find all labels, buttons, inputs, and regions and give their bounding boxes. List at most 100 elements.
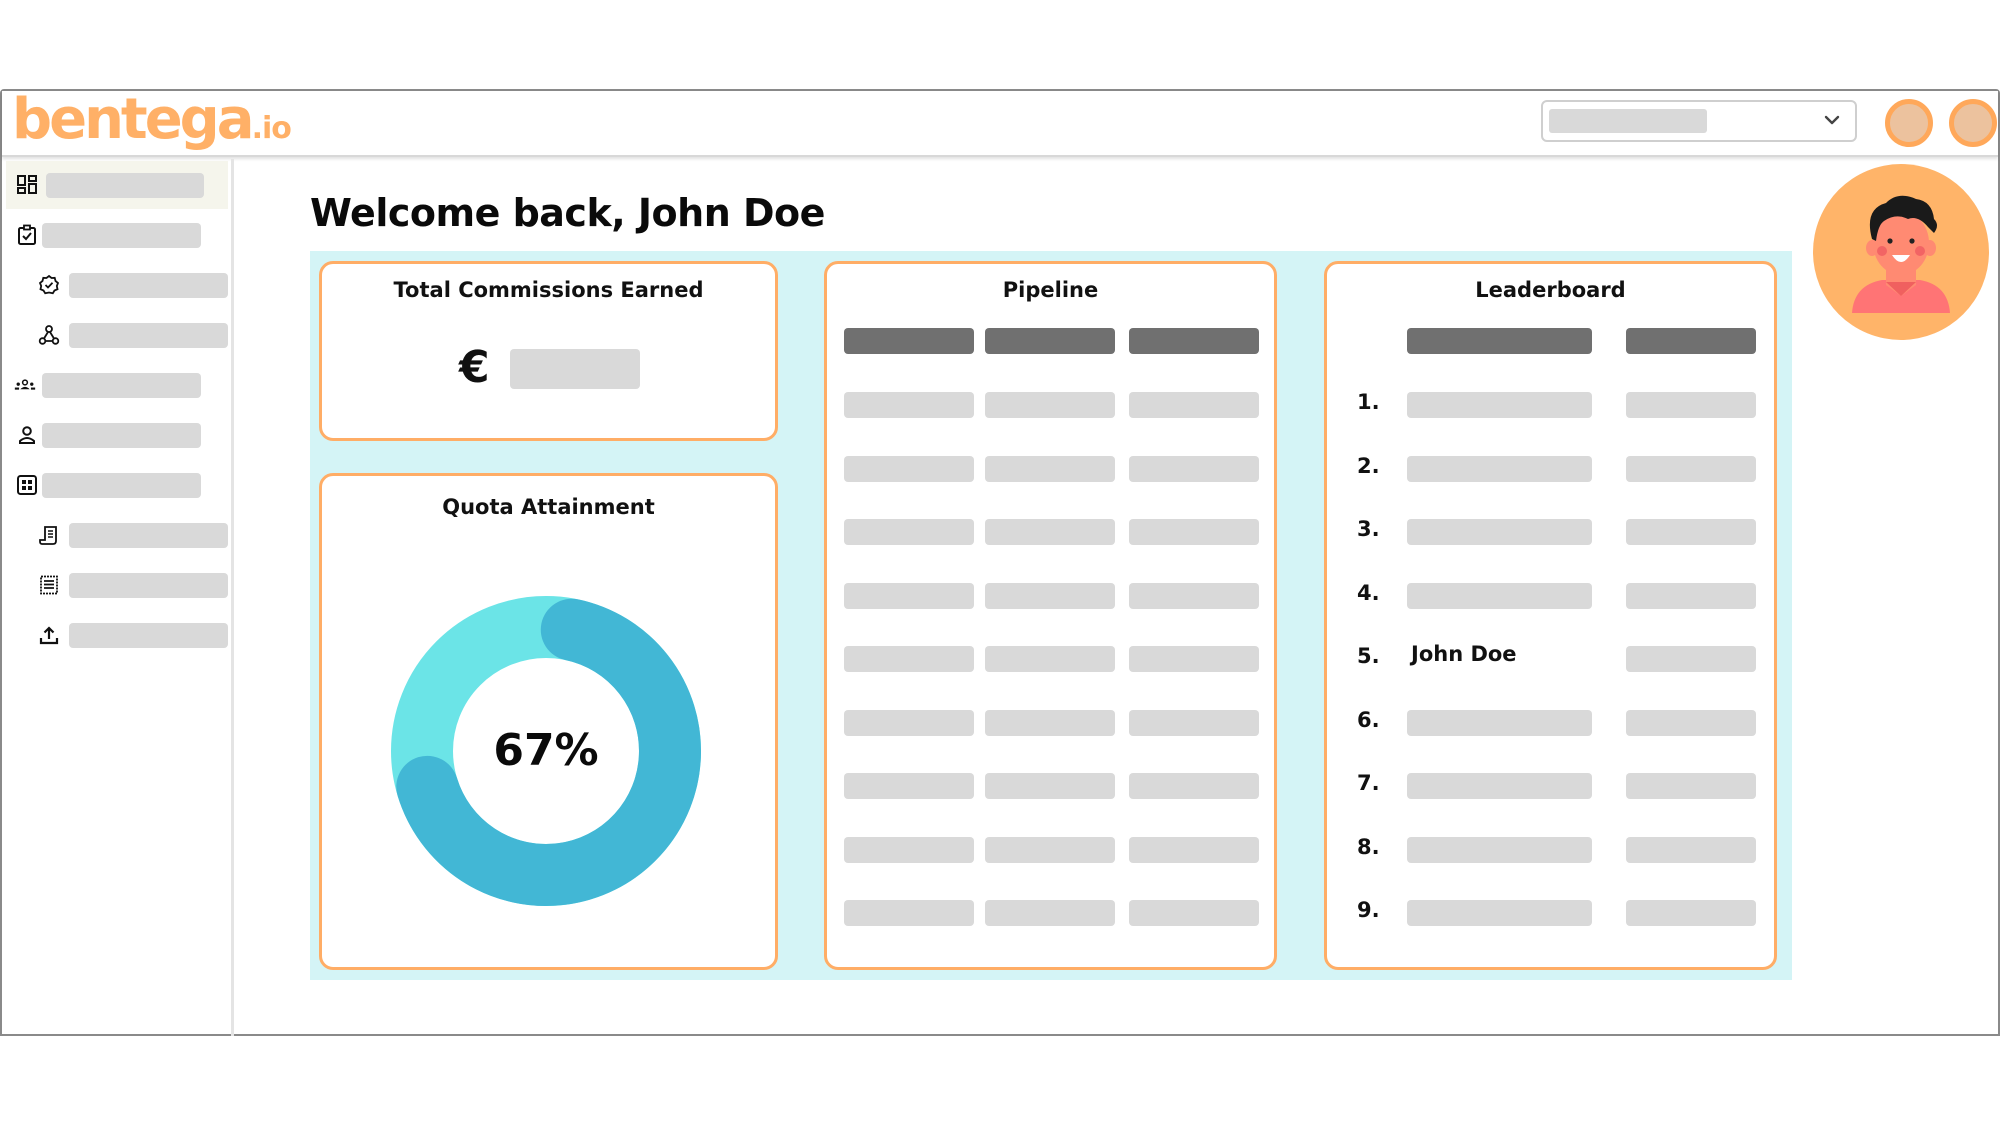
pipeline-column-header[interactable] — [985, 328, 1115, 354]
pipeline-cell — [844, 455, 974, 482]
pipeline-cell — [844, 519, 974, 545]
leaderboard-name-placeholder — [1407, 900, 1592, 926]
leaderboard-name-placeholder — [1407, 519, 1592, 545]
sidebar-item-label — [69, 623, 228, 648]
leaderboard-name: John Doe — [1411, 642, 1517, 666]
logo[interactable]: bentega.io — [12, 87, 292, 152]
pipeline-cell — [985, 519, 1115, 545]
verified-badge-icon — [38, 274, 60, 295]
page-title: Welcome back, John Doe — [310, 191, 825, 235]
pipeline-card: Pipeline — [824, 261, 1277, 970]
leaderboard-rank: 8. — [1357, 834, 1380, 859]
user-menu-button[interactable] — [1885, 99, 1933, 147]
leaderboard-name-placeholder — [1407, 836, 1592, 863]
commissions-card: Total Commissions Earned € — [319, 261, 778, 441]
pipeline-title: Pipeline — [1002, 278, 1099, 302]
clipboard-check-icon — [18, 224, 36, 245]
leaderboard-value-placeholder — [1626, 455, 1756, 482]
leaderboard-title: Leaderboard — [1475, 278, 1626, 302]
sidebar-item-label — [42, 373, 201, 398]
sidebar-item-reports[interactable] — [6, 561, 228, 609]
pipeline-cell — [844, 773, 974, 799]
pipeline-cell — [1129, 773, 1259, 799]
pipeline-cell — [985, 646, 1115, 672]
sidebar-item-label — [42, 423, 201, 448]
pipeline-cell — [1129, 519, 1259, 545]
hierarchy-icon — [38, 325, 60, 345]
leaderboard-rank: 3. — [1357, 517, 1380, 541]
quota-donut-chart: 67% — [391, 596, 701, 906]
pipeline-cell — [1129, 392, 1259, 418]
leaderboard-value-placeholder — [1626, 646, 1756, 672]
leaderboard-name-placeholder — [1407, 582, 1592, 609]
dropdown-value-placeholder — [1549, 109, 1707, 133]
sidebar-item-label — [46, 173, 204, 198]
leaderboard-rank: 2. — [1357, 453, 1380, 478]
sidebar-item-label — [69, 323, 228, 348]
pipeline-cell — [1129, 900, 1259, 926]
pipeline-column-header[interactable] — [844, 328, 974, 354]
logo-main: bentega — [12, 87, 255, 152]
pipeline-cell — [1129, 582, 1259, 609]
pipeline-cell — [844, 582, 974, 609]
sidebar-item-approvals[interactable] — [6, 261, 228, 309]
leaderboard-value-placeholder — [1626, 773, 1756, 799]
leaderboard-name-placeholder — [1407, 709, 1592, 736]
sidebar-item-label — [69, 523, 228, 548]
pipeline-cell — [985, 709, 1115, 736]
pipeline-cell — [844, 836, 974, 863]
top-header: bentega.io — [2, 87, 1998, 157]
sidebar-item-label — [42, 223, 201, 248]
sidebar-item-team[interactable] — [6, 361, 228, 409]
person-icon — [19, 426, 35, 444]
leaderboard-value-placeholder — [1626, 392, 1756, 418]
pipeline-cell — [985, 392, 1115, 418]
quota-title: Quota Attainment — [442, 495, 655, 519]
leaderboard-rank: 5. — [1357, 644, 1380, 668]
leaderboard-rank: 4. — [1357, 580, 1380, 605]
leaderboard-name-placeholder — [1407, 392, 1592, 418]
pipeline-cell — [985, 455, 1115, 482]
sidebar-item-label — [69, 273, 228, 298]
avatar[interactable] — [1812, 163, 1990, 341]
leaderboard-rank: 9. — [1357, 898, 1380, 922]
upload-icon — [39, 626, 59, 645]
sidebar-item-dashboard[interactable] — [6, 161, 228, 209]
notifications-button[interactable] — [1949, 99, 1997, 147]
sidebar-item-profile[interactable] — [6, 411, 228, 459]
pipeline-cell — [1129, 455, 1259, 482]
pipeline-cell — [985, 582, 1115, 609]
leaderboard-rank: 6. — [1357, 707, 1380, 732]
chevron-down-icon — [1824, 115, 1840, 125]
header-dropdown[interactable] — [1541, 100, 1857, 142]
pipeline-cell — [844, 900, 974, 926]
document-list-icon — [40, 575, 58, 595]
commissions-amount — [510, 349, 640, 389]
dashboard-icon — [17, 175, 37, 194]
receipt-icon — [39, 526, 57, 545]
quota-card: Quota Attainment 67% — [319, 473, 778, 970]
leaderboard-rank: 7. — [1357, 771, 1380, 795]
commissions-title: Total Commissions Earned — [393, 278, 704, 302]
team-icon — [14, 379, 36, 390]
sidebar-item-label — [69, 573, 228, 598]
leaderboard-rank: 1. — [1357, 390, 1380, 414]
sidebar-item-tasks[interactable] — [6, 211, 228, 259]
leaderboard-column-header[interactable] — [1407, 328, 1592, 354]
sidebar-item-statements[interactable] — [6, 511, 228, 559]
dashboard-panel: Total Commissions Earned € Quota Attainm… — [310, 251, 1792, 980]
sidebar-item-label — [42, 473, 201, 498]
pipeline-cell — [844, 392, 974, 418]
sidebar-item-hierarchy[interactable] — [6, 311, 228, 359]
pipeline-cell — [985, 900, 1115, 926]
leaderboard-name-placeholder — [1407, 455, 1592, 482]
sidebar-item-upload[interactable] — [6, 611, 228, 659]
sidebar-item-plans[interactable] — [6, 461, 228, 509]
leaderboard-column-header[interactable] — [1626, 328, 1756, 354]
pipeline-cell — [844, 646, 974, 672]
leaderboard-value-placeholder — [1626, 900, 1756, 926]
pipeline-column-header[interactable] — [1129, 328, 1259, 354]
pipeline-cell — [1129, 836, 1259, 863]
grid-icon — [17, 475, 37, 495]
leaderboard-value-placeholder — [1626, 709, 1756, 736]
